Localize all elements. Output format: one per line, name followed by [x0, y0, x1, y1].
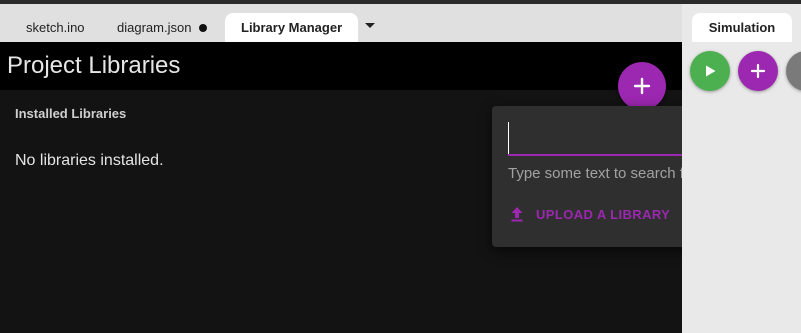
- tab-label: sketch.ino: [26, 20, 85, 35]
- upload-icon: [511, 207, 523, 222]
- add-part-button[interactable]: [738, 51, 778, 91]
- tab-library-manager[interactable]: Library Manager: [225, 13, 359, 42]
- start-simulation-button[interactable]: [690, 51, 730, 91]
- empty-libraries-message: No libraries installed.: [15, 152, 164, 169]
- simulation-pane: Simulation: [682, 4, 801, 333]
- tab-label: diagram.json: [117, 20, 192, 35]
- tab-simulation[interactable]: Simulation: [692, 13, 792, 42]
- page-title: Project Libraries: [7, 52, 181, 79]
- library-manager-header: Project Libraries: [0, 42, 682, 90]
- upload-library-label: UPLOAD A LIBRARY: [536, 206, 671, 222]
- editor-tab-bar: sketch.ino diagram.json Library Manager: [0, 4, 682, 42]
- unsaved-changes-dot-icon: [199, 23, 208, 32]
- add-library-button[interactable]: [618, 62, 666, 110]
- plus-icon: [750, 63, 766, 79]
- more-options-button[interactable]: [786, 51, 801, 91]
- plus-icon: [633, 77, 651, 95]
- installed-libraries-heading: Installed Libraries: [15, 106, 127, 121]
- tab-sketch-ino[interactable]: sketch.ino: [14, 13, 97, 42]
- upload-library-button[interactable]: UPLOAD A LIBRARY: [508, 202, 670, 226]
- tab-label: Library Manager: [241, 20, 343, 35]
- tab-menu-dropdown-icon[interactable]: [362, 16, 378, 34]
- tab-label: Simulation: [708, 20, 776, 35]
- play-icon: [706, 65, 716, 77]
- tab-diagram-json[interactable]: diagram.json: [105, 13, 219, 42]
